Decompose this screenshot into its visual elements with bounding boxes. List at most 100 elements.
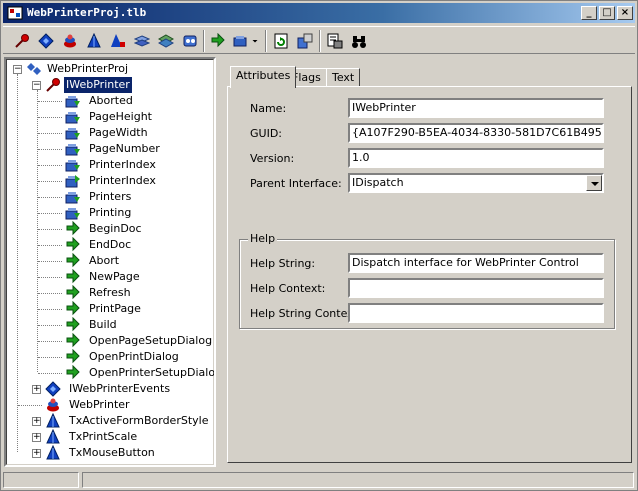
key-icon: [15, 34, 29, 48]
help-string-label: Help String:: [250, 257, 316, 270]
typelib-icon: [27, 63, 41, 75]
export-icon: [327, 33, 343, 49]
tree-guide-line: [38, 149, 62, 150]
key-icon: [46, 78, 60, 92]
tree-node-label: TxPrintScale: [69, 430, 138, 443]
new-property-tool[interactable]: [229, 30, 251, 52]
tree-collapse-toggle[interactable]: −: [32, 81, 41, 90]
method-icon: [211, 33, 225, 48]
tab-attributes[interactable]: Attributes: [230, 66, 297, 88]
tree-node-label: OpenPageSetupDialog: [89, 334, 213, 347]
tree-expand-toggle[interactable]: +: [32, 449, 41, 458]
tree-guide-line: [38, 229, 62, 230]
tree-node-label: Build: [89, 318, 117, 331]
chevron-down-icon[interactable]: [586, 175, 602, 191]
property-icon: [65, 192, 80, 204]
tree-node-label: PrintPage: [89, 302, 141, 315]
help-context-label: Help Context:: [250, 282, 326, 295]
coclass-icon: [64, 34, 76, 48]
tree-guide-line: [38, 293, 62, 294]
parent-interface-label: Parent Interface:: [250, 177, 342, 190]
guid-field[interactable]: {A107F290-B5EA-4034-8330-581D7C61B495}: [348, 123, 604, 143]
new-method-tool[interactable]: [207, 30, 229, 52]
parent-interface-value: IDispatch: [352, 176, 404, 189]
method-icon: [66, 365, 80, 380]
maximize-button[interactable]: □: [599, 6, 615, 20]
tree-expand-toggle[interactable]: +: [32, 385, 41, 394]
tree-guide-line: [38, 165, 62, 166]
app-window: WebPrinterProj.tlb _ □ × − WebPrinterPro…: [0, 0, 638, 491]
tab-text[interactable]: Text: [326, 68, 361, 87]
tree-guide-line: [38, 341, 62, 342]
tree-guide-line: [38, 325, 62, 326]
tree-guide-line: [17, 74, 18, 452]
property-icon: [65, 112, 80, 124]
tree-node-label: Aborted: [89, 94, 133, 107]
tree-node-label: TxActiveFormBorderStyle: [69, 414, 209, 427]
new-enum-tool[interactable]: [83, 30, 105, 52]
tree-guide-line: [38, 309, 62, 310]
enum-icon: [46, 429, 60, 444]
new-union-tool[interactable]: [155, 30, 177, 52]
minimize-button[interactable]: _: [581, 6, 597, 20]
tree-node-label: Printing: [89, 206, 132, 219]
method-icon: [66, 253, 80, 268]
property-icon: [65, 96, 80, 108]
attributes-panel: Attributes Flags Text Name: IWebPrinter …: [220, 57, 636, 467]
help-context-field[interactable]: [348, 278, 604, 298]
tree-guide-line: [38, 277, 62, 278]
toolbar-separator: [203, 30, 205, 52]
new-dispinterface-tool[interactable]: [11, 30, 33, 52]
tree-viewport: − WebPrinterProj − IWebPrinter Aborted Pa…: [6, 59, 214, 465]
union-icon: [158, 34, 174, 48]
register-tool[interactable]: [294, 30, 316, 52]
version-field[interactable]: 1.0: [348, 148, 604, 168]
status-panel: [82, 472, 634, 488]
new-record-tool[interactable]: [131, 30, 153, 52]
method-icon: [66, 237, 80, 252]
new-module-tool[interactable]: [179, 30, 201, 52]
tree-guide-line: [38, 213, 62, 214]
tree-node-label: WebPrinterProj: [47, 62, 129, 75]
help-string-context-label: Help String Context:: [250, 307, 362, 320]
export-tool[interactable]: [324, 30, 346, 52]
tree-guide-line: [38, 133, 62, 134]
method-icon: [66, 269, 80, 284]
tree-guide-line: [38, 197, 62, 198]
method-icon: [66, 301, 80, 316]
tree-node-label: PageWidth: [89, 126, 148, 139]
diamond-icon: [38, 33, 54, 49]
refresh-icon: [274, 33, 288, 49]
help-string-context-field[interactable]: [348, 303, 604, 323]
title-bar[interactable]: WebPrinterProj.tlb _ □ ×: [3, 3, 635, 23]
tree-node-label: PageNumber: [89, 142, 160, 155]
property-icon: [65, 144, 80, 156]
tree-node-label: Refresh: [89, 286, 131, 299]
refresh-tool[interactable]: [270, 30, 292, 52]
tree-expand-toggle[interactable]: +: [32, 433, 41, 442]
guid-label: GUID:: [250, 127, 282, 140]
name-field[interactable]: IWebPrinter: [348, 98, 604, 118]
module-icon: [183, 35, 197, 47]
type-library-tree[interactable]: − WebPrinterProj − IWebPrinter Aborted Pa…: [4, 57, 216, 467]
coclass-icon: [47, 398, 59, 412]
interface-icon: [45, 381, 61, 397]
find-tool[interactable]: [348, 30, 370, 52]
help-string-field[interactable]: Dispatch interface for WebPrinter Contro…: [348, 253, 604, 273]
binoculars-icon: [352, 36, 366, 48]
tree-guide-line: [38, 101, 62, 102]
tree-guide-line: [38, 357, 62, 358]
tree-expand-toggle[interactable]: +: [32, 417, 41, 426]
property-icon: [233, 36, 247, 47]
new-interface-tool[interactable]: [35, 30, 57, 52]
tree-collapse-toggle[interactable]: −: [13, 65, 22, 74]
tree-node-label: TxMouseButton: [69, 446, 155, 459]
close-button[interactable]: ×: [617, 6, 633, 20]
method-icon: [66, 349, 80, 364]
new-alias-tool[interactable]: [107, 30, 129, 52]
new-coclass-tool[interactable]: [59, 30, 81, 52]
property-dropdown-arrow[interactable]: [249, 30, 261, 52]
parent-interface-select[interactable]: IDispatch: [348, 173, 604, 193]
tree-node-label: IWebPrinter: [63, 76, 133, 94]
method-icon: [66, 333, 80, 348]
